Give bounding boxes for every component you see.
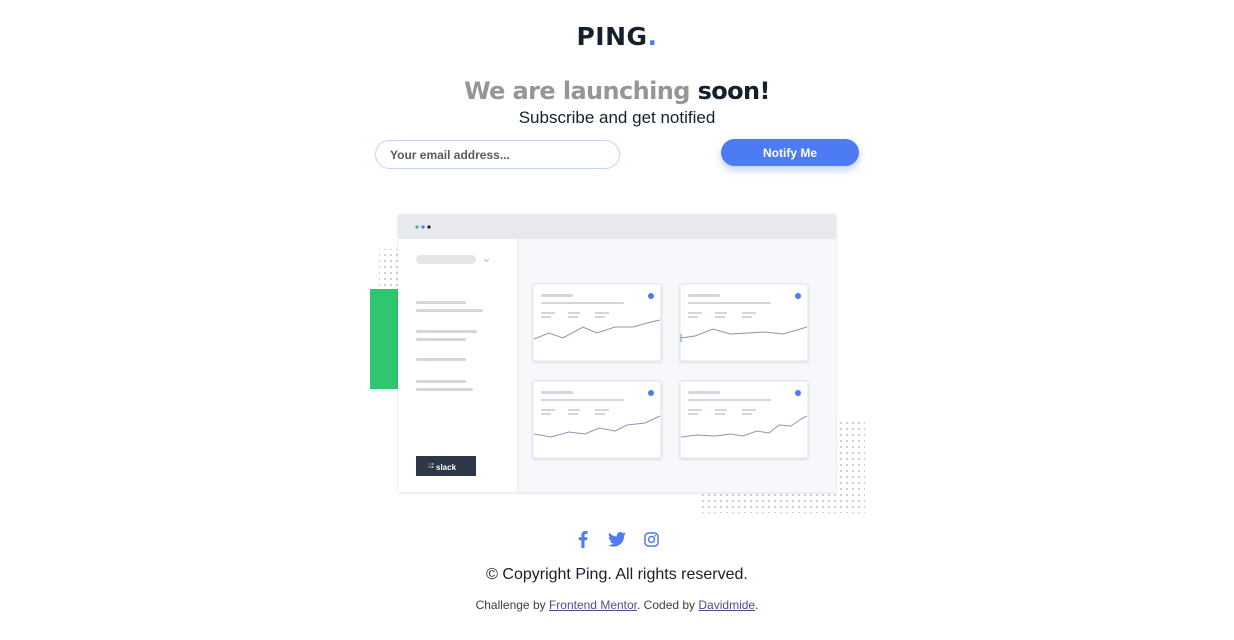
sidebar-panel [398,239,518,492]
logo-text: PING [576,22,648,51]
page: PING. We are launching soon! Subscribe a… [0,0,1234,640]
notify-me-button[interactable]: Notify Me [721,139,859,166]
headline-light: We are launching [464,77,690,105]
slack-label: slack [436,463,457,472]
author-link[interactable]: Davidmide [698,598,755,612]
facebook-icon[interactable] [574,530,592,548]
chart-card-1 [532,283,662,362]
frontend-mentor-link[interactable]: Frontend Mentor [549,598,637,612]
subtitle: Subscribe and get notified [518,108,716,127]
headline-dark: soon! [697,77,771,105]
headline: We are launching soon! [0,77,1234,105]
logo: PING. [0,22,1234,51]
attribution-middle: . Coded by [637,598,699,612]
instagram-icon[interactable] [642,530,660,548]
email-input[interactable] [375,140,620,169]
green-block [370,289,400,389]
attribution: Challenge by Frontend Mentor. Coded by D… [0,598,1234,612]
chart-card-3 [532,380,662,459]
twitter-icon[interactable] [608,530,626,548]
chart-card-2 [679,283,809,362]
copyright-text: © Copyright Ping. All rights reserved. [486,566,748,583]
social-links [0,530,1234,548]
chart-card-4 [679,380,809,459]
attribution-prefix: Challenge by [475,598,549,612]
attribution-suffix: . [755,598,759,612]
dot-pattern-right [835,419,865,499]
logo-dot: . [647,22,658,51]
dashboard-illustration: slack [370,214,865,513]
window-titlebar [398,214,836,239]
